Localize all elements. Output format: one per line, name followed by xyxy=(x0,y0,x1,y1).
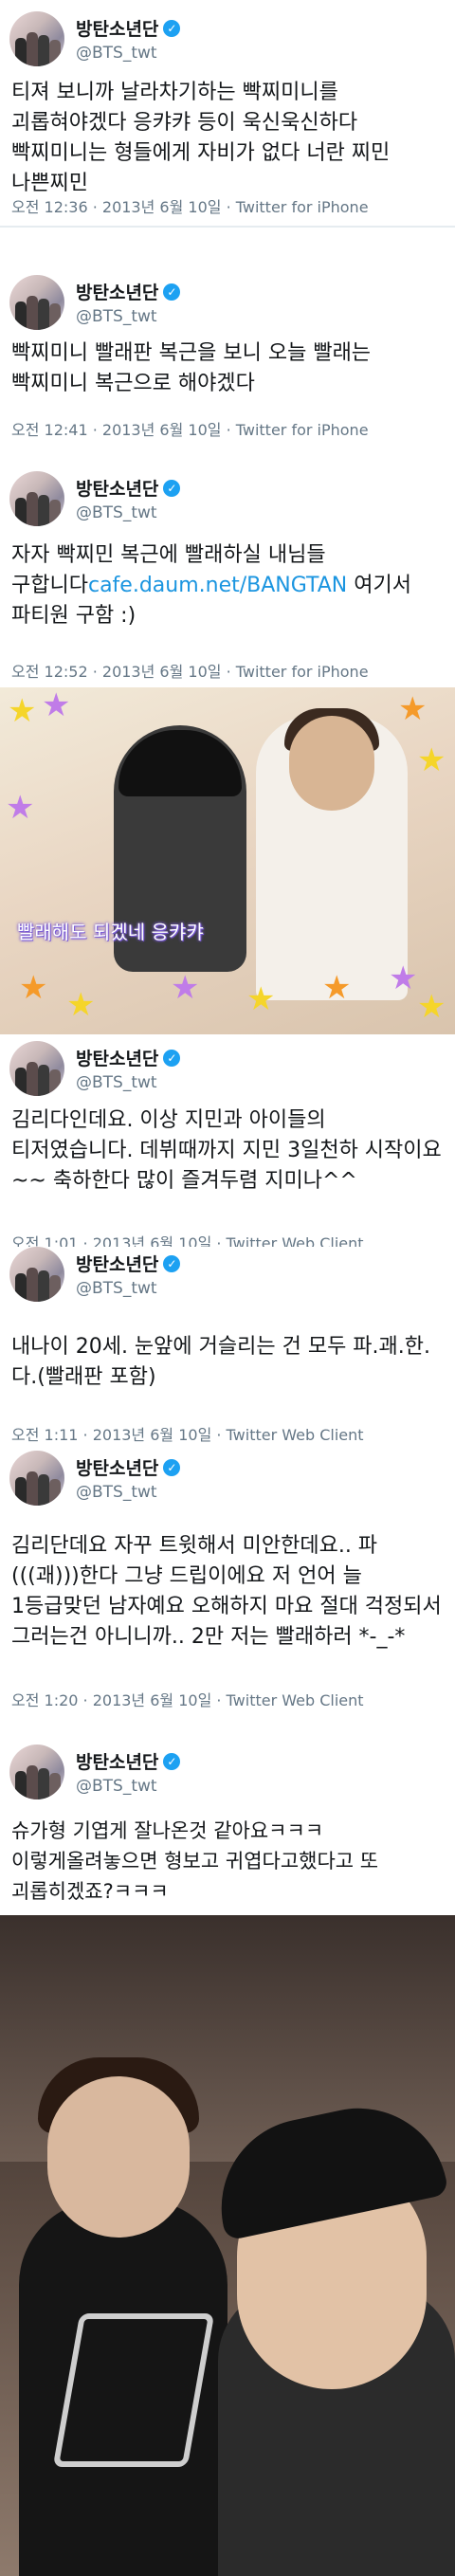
photo-figure xyxy=(52,2313,215,2467)
photo-caption: 빨래해도 되겠네 응캬캬 xyxy=(17,921,204,943)
avatar[interactable] xyxy=(9,1041,64,1096)
avatar[interactable] xyxy=(9,1745,64,1800)
tweet-text: 빡찌미니 빨래판 복근을 보니 오늘 빨래는 빡찌미니 복근으로 해야겠다 xyxy=(11,341,372,395)
account-handle[interactable]: @BTS_twt xyxy=(76,1279,157,1298)
tweet-text: 김리단데요 자꾸 트윗해서 미안한데요.. 파(((괘)))한다 그냥 드립이에… xyxy=(11,1534,442,1649)
account-name[interactable]: 방탄소년단 xyxy=(76,479,158,500)
tweet: 방탄소년단 ✓ @BTS_twt 김리단데요 자꾸 트윗해서 미안한데요.. 파(… xyxy=(0,1451,455,1745)
avatar[interactable] xyxy=(9,471,64,526)
tweet-text: 슈가형 기엽게 잘나온것 같아요ㅋㅋㅋ 이렇게올려놓으면 형보고 귀엽다고했다고… xyxy=(11,1819,379,1903)
star-icon: ★ xyxy=(389,959,418,997)
star-icon: ★ xyxy=(42,687,71,724)
avatar[interactable] xyxy=(9,1451,64,1506)
star-icon: ★ xyxy=(66,986,96,1024)
star-icon: ★ xyxy=(8,692,37,730)
tweet-text: 자자 빡찌민 복근에 빨래하실 내님들 구합니다cafe.daum.net/BA… xyxy=(11,540,444,631)
account-handle[interactable]: @BTS_twt xyxy=(76,1073,157,1092)
tweet-meta[interactable]: 오전 1:20 · 2013년 6월 10일 · Twitter Web Cli… xyxy=(11,1688,364,1710)
account-handle[interactable]: @BTS_twt xyxy=(76,1483,157,1502)
account-name[interactable]: 방탄소년단 xyxy=(76,1049,158,1069)
star-icon: ★ xyxy=(6,789,35,827)
verified-icon: ✓ xyxy=(163,1049,181,1067)
tweet-meta[interactable]: 오전 1:11 · 2013년 6월 10일 · Twitter Web Cli… xyxy=(11,1422,364,1445)
star-icon: ★ xyxy=(171,969,200,1007)
verified-icon: ✓ xyxy=(163,479,181,497)
star-icon: ★ xyxy=(417,741,446,779)
account-name[interactable]: 방탄소년단 xyxy=(76,1254,158,1275)
star-icon: ★ xyxy=(398,690,428,728)
account-name[interactable]: 방탄소년단 xyxy=(76,19,158,40)
tweet: 방탄소년단 ✓ @BTS_twt 김리다인데요. 이상 지민과 아이들의 티저였습… xyxy=(0,1034,455,1252)
account-name[interactable]: 방탄소년단 xyxy=(76,283,158,303)
star-icon: ★ xyxy=(417,988,446,1026)
verified-icon: ✓ xyxy=(163,19,181,37)
account-handle[interactable]: @BTS_twt xyxy=(76,503,157,522)
verified-icon: ✓ xyxy=(163,1458,181,1476)
photo-figure xyxy=(289,716,374,811)
tweet: 방탄소년단 ✓ @BTS_twt 빡찌미니 빨래판 복근을 보니 오늘 빨래는 빡… xyxy=(0,228,455,460)
account-handle[interactable]: @BTS_twt xyxy=(76,44,157,63)
tweet-text: 내나이 20세. 눈앞에 거슬리는 건 모두 파.괘.한.다.(빨래판 포함) xyxy=(11,1335,431,1389)
verified-icon: ✓ xyxy=(163,1254,181,1272)
verified-icon: ✓ xyxy=(163,1752,181,1770)
tweet: 방탄소년단 ✓ @BTS_twt 내나이 20세. 눈앞에 거슬리는 건 모두 파… xyxy=(0,1247,455,1451)
tweet-meta[interactable]: 오전 12:41 · 2013년 6월 10일 · Twitter for iP… xyxy=(11,417,369,440)
tweet-meta[interactable]: 오전 12:36 · 2013년 6월 10일 · Twitter for iP… xyxy=(11,194,369,217)
star-icon: ★ xyxy=(322,969,352,1007)
account-name[interactable]: 방탄소년단 xyxy=(76,1458,158,1479)
tweet-text: 티져 보니까 날라차기하는 빡찌미니를 괴롭혀야겠다 응캬캬 등이 욱신욱신하다… xyxy=(11,81,391,195)
tweet: 방탄소년단 ✓ @BTS_twt 자자 빡찌민 복근에 빨래하실 내님들 구합니다… xyxy=(0,460,455,687)
star-icon: ★ xyxy=(246,980,276,1018)
photo-figure xyxy=(47,2076,190,2238)
tweet: 방탄소년단 ✓ @BTS_twt 티져 보니까 날라차기하는 빡찌미니를 괴롭혀야… xyxy=(0,0,455,228)
verified-icon: ✓ xyxy=(163,283,181,301)
account-handle[interactable]: @BTS_twt xyxy=(76,1777,157,1796)
avatar[interactable] xyxy=(9,275,64,330)
tweet-text: 김리다인데요. 이상 지민과 아이들의 티저였습니다. 데뷔때까지 지민 3일천… xyxy=(11,1108,442,1193)
tweet-photo[interactable] xyxy=(0,1915,455,2576)
avatar[interactable] xyxy=(9,1247,64,1302)
account-name[interactable]: 방탄소년단 xyxy=(76,1752,158,1773)
tweet: 방탄소년단 ✓ @BTS_twt 슈가형 기엽게 잘나온것 같아요ㅋㅋㅋ 이렇게올… xyxy=(0,1745,455,1915)
tweet-photo[interactable]: ★ ★ ★ ★ ★ ★ ★ ★ ★ ★ ★ ★ 빨래해도 되겠네 응캬캬 xyxy=(0,687,455,1034)
avatar[interactable] xyxy=(9,11,64,66)
star-icon: ★ xyxy=(19,969,48,1007)
tweet-meta[interactable]: 오전 12:52 · 2013년 6월 10일 · Twitter for iP… xyxy=(11,659,369,682)
tweet-link[interactable]: cafe.daum.net/BANGTAN xyxy=(88,574,347,597)
account-handle[interactable]: @BTS_twt xyxy=(76,307,157,326)
